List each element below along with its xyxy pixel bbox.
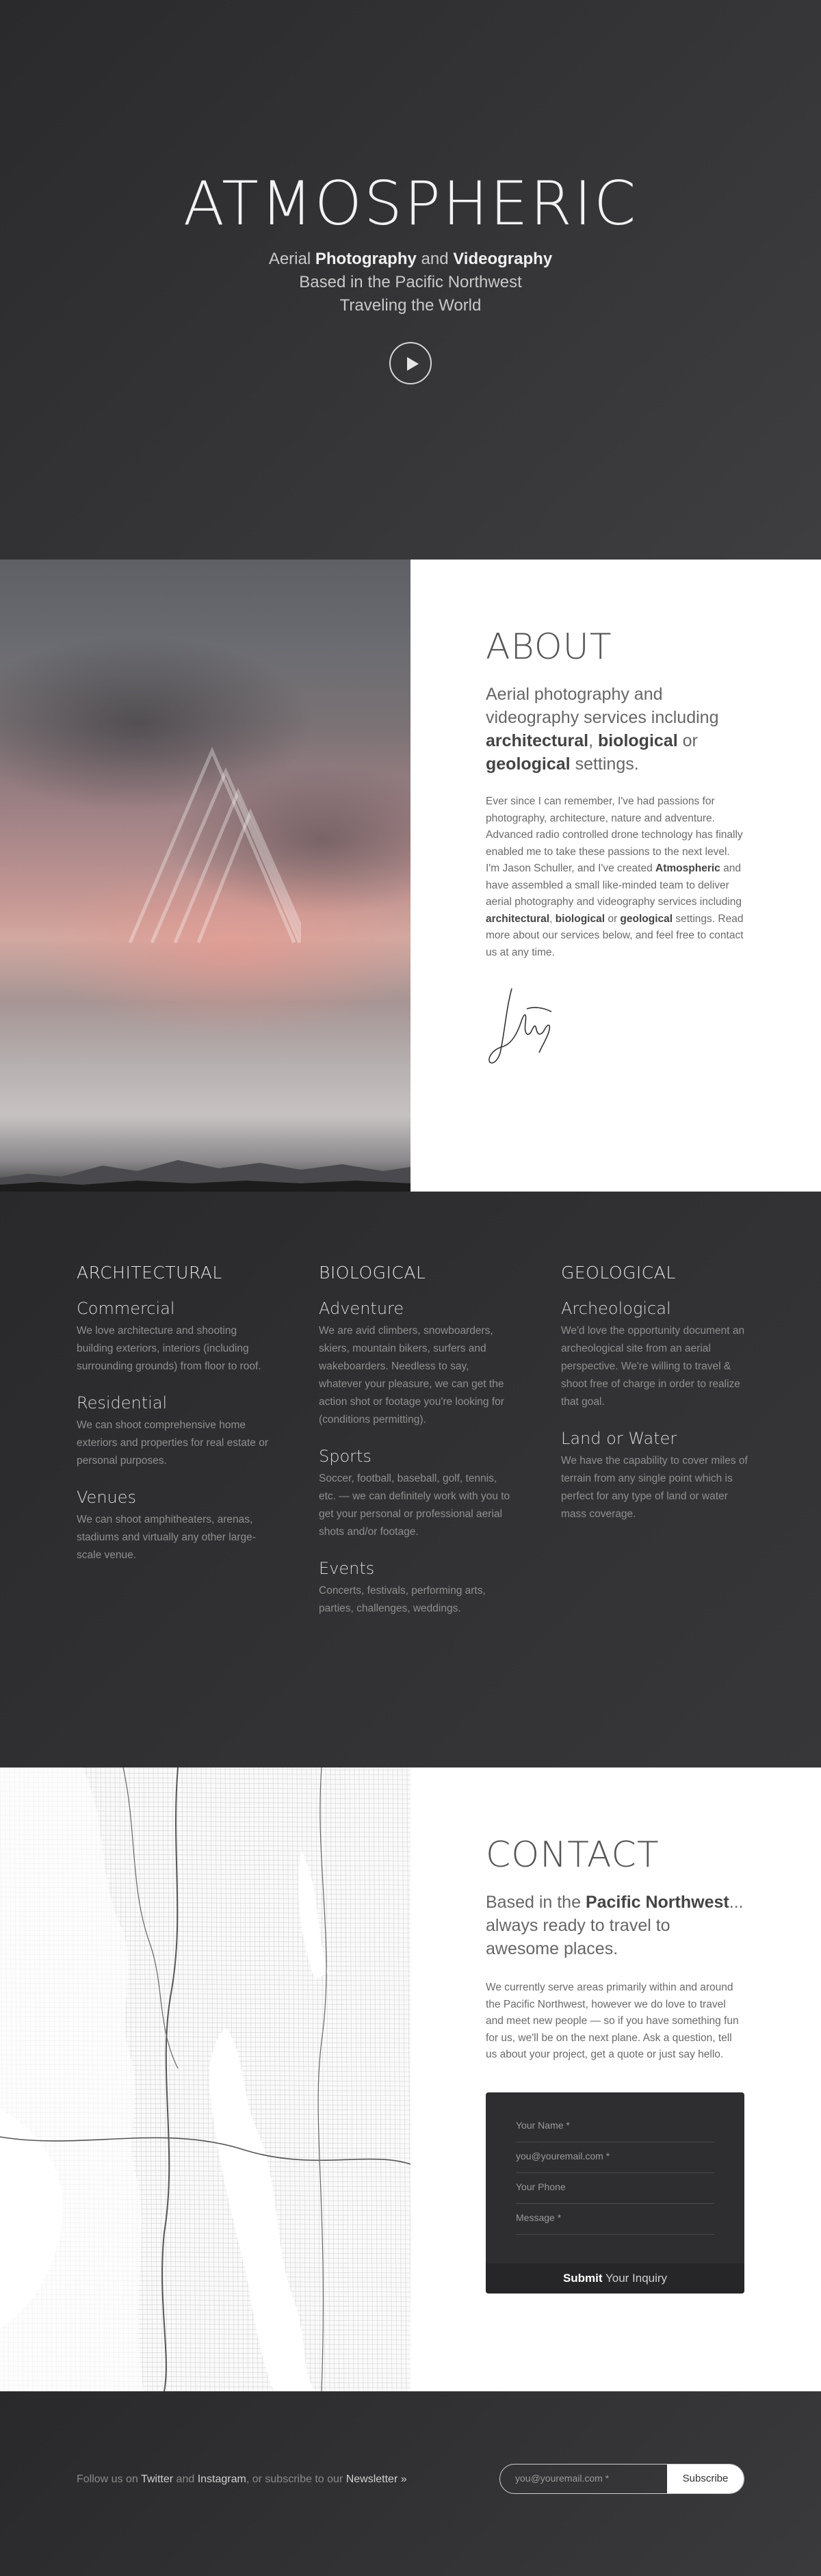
body-text: , <box>549 912 556 925</box>
body-architectural: architectural <box>486 912 550 925</box>
lead-text: settings. <box>570 754 639 774</box>
service-item: Sports Soccer, football, baseball, golf,… <box>319 1447 561 1541</box>
service-item: Commercial We love architecture and shoo… <box>77 1299 319 1376</box>
tagline-text: and <box>416 250 454 268</box>
body-text: or <box>605 912 621 925</box>
service-description: We love architecture and shooting buildi… <box>77 1325 261 1372</box>
follow-label: , or subscribe to our <box>246 2473 346 2485</box>
service-name: Adventure <box>319 1299 404 1318</box>
play-icon <box>407 357 419 371</box>
lead-biological: biological <box>597 731 678 750</box>
column-title: ARCHITECTURAL <box>77 1263 222 1283</box>
service-name: Land or Water <box>561 1429 677 1448</box>
service-item: Archeological We'd love the opportunity … <box>561 1299 803 1411</box>
body-biological: biological <box>555 912 605 925</box>
service-item: Land or Water We have the capability to … <box>561 1429 803 1523</box>
newsletter-form: you@youremail.com * Subscribe <box>499 2464 744 2494</box>
lead-architectural: architectural <box>486 731 589 750</box>
service-item: Venues We can shoot amphitheaters, arena… <box>77 1488 319 1564</box>
hero-tagline: Aerial Photography and Videography Based… <box>0 248 821 317</box>
service-name: Sports <box>319 1447 372 1466</box>
column-title: BIOLOGICAL <box>319 1263 426 1283</box>
city-map-image <box>0 1767 410 2391</box>
service-description: We can shoot comprehensive home exterior… <box>77 1419 268 1467</box>
subscribe-button[interactable]: Subscribe <box>667 2465 744 2493</box>
lead-geological: geological <box>486 754 571 774</box>
body-atmospheric: Atmospheric <box>655 863 720 874</box>
services-column-geological: GEOLOGICAL Archeological We'd love the o… <box>561 1263 803 1767</box>
contact-lead: Based in the Pacific Northwest... always… <box>486 1891 746 1960</box>
newsletter-email-input[interactable]: you@youremail.com * <box>500 2465 667 2493</box>
message-field[interactable]: Message * <box>516 2204 714 2235</box>
email-field[interactable]: you@youremail.com * <box>516 2142 714 2173</box>
lead-text: or <box>677 731 698 750</box>
service-name: Events <box>319 1559 375 1578</box>
contact-content: CONTACT Based in the Pacific Northwest..… <box>410 1767 821 2391</box>
tagline-text: Aerial <box>268 250 315 268</box>
name-field[interactable]: Your Name * <box>516 2112 714 2142</box>
submit-inquiry-button[interactable]: Submit Your Inquiry <box>486 2263 744 2294</box>
lead-text: , <box>588 731 598 750</box>
sunset-photo <box>0 560 410 1192</box>
body-geological: geological <box>620 912 673 925</box>
site-title: ATMOSPHERIC <box>183 168 638 239</box>
submit-label-bold: Submit <box>562 2271 603 2285</box>
service-description: Concerts, festivals, performing arts, pa… <box>319 1585 486 1614</box>
service-name: Archeological <box>561 1299 671 1318</box>
contact-body: We currently serve areas primarily withi… <box>486 1982 739 2060</box>
twitter-link[interactable]: Twitter <box>141 2473 173 2485</box>
service-name: Venues <box>77 1488 137 1507</box>
contact-heading: CONTACT <box>486 1835 660 1876</box>
lead-text: Based in the <box>486 1893 586 1912</box>
service-description: We are avid climbers, snowboarders, skie… <box>319 1325 504 1425</box>
contact-section: CONTACT Based in the Pacific Northwest..… <box>0 1767 821 2391</box>
tagline-line-1: Aerial Photography and Videography <box>0 248 821 271</box>
service-item: Adventure We are avid climbers, snowboar… <box>319 1299 561 1429</box>
newsletter-link[interactable]: Newsletter » <box>346 2473 407 2485</box>
lead-text: Aerial photography and videography servi… <box>486 685 719 727</box>
inquiry-form: Your Name * you@youremail.com * Your Pho… <box>486 2092 744 2294</box>
service-name: Residential <box>77 1393 168 1412</box>
about-body: Ever since I can remember, I've had pass… <box>486 793 746 961</box>
lead-pacific-northwest: Pacific Northwest <box>585 1893 729 1912</box>
site-footer: Follow us on Twitter and Instagram, or s… <box>0 2391 821 2576</box>
service-name: Commercial <box>77 1299 175 1318</box>
signature-image <box>486 982 746 1074</box>
services-column-architectural: ARCHITECTURAL Commercial We love archite… <box>77 1263 319 1767</box>
logo-mark-icon <box>128 746 301 943</box>
about-section: ABOUT Aerial photography and videography… <box>0 560 821 1192</box>
phone-field[interactable]: Your Phone <box>516 2173 714 2204</box>
play-video-button[interactable] <box>389 342 432 384</box>
about-heading: ABOUT <box>486 627 612 668</box>
hero-section: ATMOSPHERIC Aerial Photography and Video… <box>0 0 821 560</box>
service-description: We'd love the opportunity document an ar… <box>561 1325 745 1408</box>
follow-label: Follow us on <box>77 2473 141 2485</box>
about-content: ABOUT Aerial photography and videography… <box>410 560 821 1192</box>
column-title: GEOLOGICAL <box>561 1263 676 1283</box>
follow-label: and <box>173 2473 198 2485</box>
tagline-videography: Videography <box>453 250 553 268</box>
about-lead: Aerial photography and videography servi… <box>486 683 746 776</box>
mountain-silhouette <box>0 1160 410 1192</box>
instagram-link[interactable]: Instagram <box>198 2473 246 2485</box>
submit-label: Your Inquiry <box>602 2271 668 2285</box>
service-description: We have the capability to cover miles of… <box>561 1455 748 1520</box>
services-section: ARCHITECTURAL Commercial We love archite… <box>0 1192 821 1767</box>
follow-text: Follow us on Twitter and Instagram, or s… <box>77 2473 407 2486</box>
services-column-biological: BIOLOGICAL Adventure We are avid climber… <box>319 1263 561 1767</box>
tagline-line-2: Based in the Pacific Northwest <box>299 273 522 291</box>
tagline-photography: Photography <box>315 250 417 268</box>
service-item: Events Concerts, festivals, performing a… <box>319 1559 561 1618</box>
service-description: Soccer, football, baseball, golf, tennis… <box>319 1473 510 1538</box>
tagline-line-3: Traveling the World <box>339 296 482 315</box>
service-description: We can shoot amphitheaters, arenas, stad… <box>77 1514 256 1561</box>
service-item: Residential We can shoot comprehensive h… <box>77 1393 319 1470</box>
